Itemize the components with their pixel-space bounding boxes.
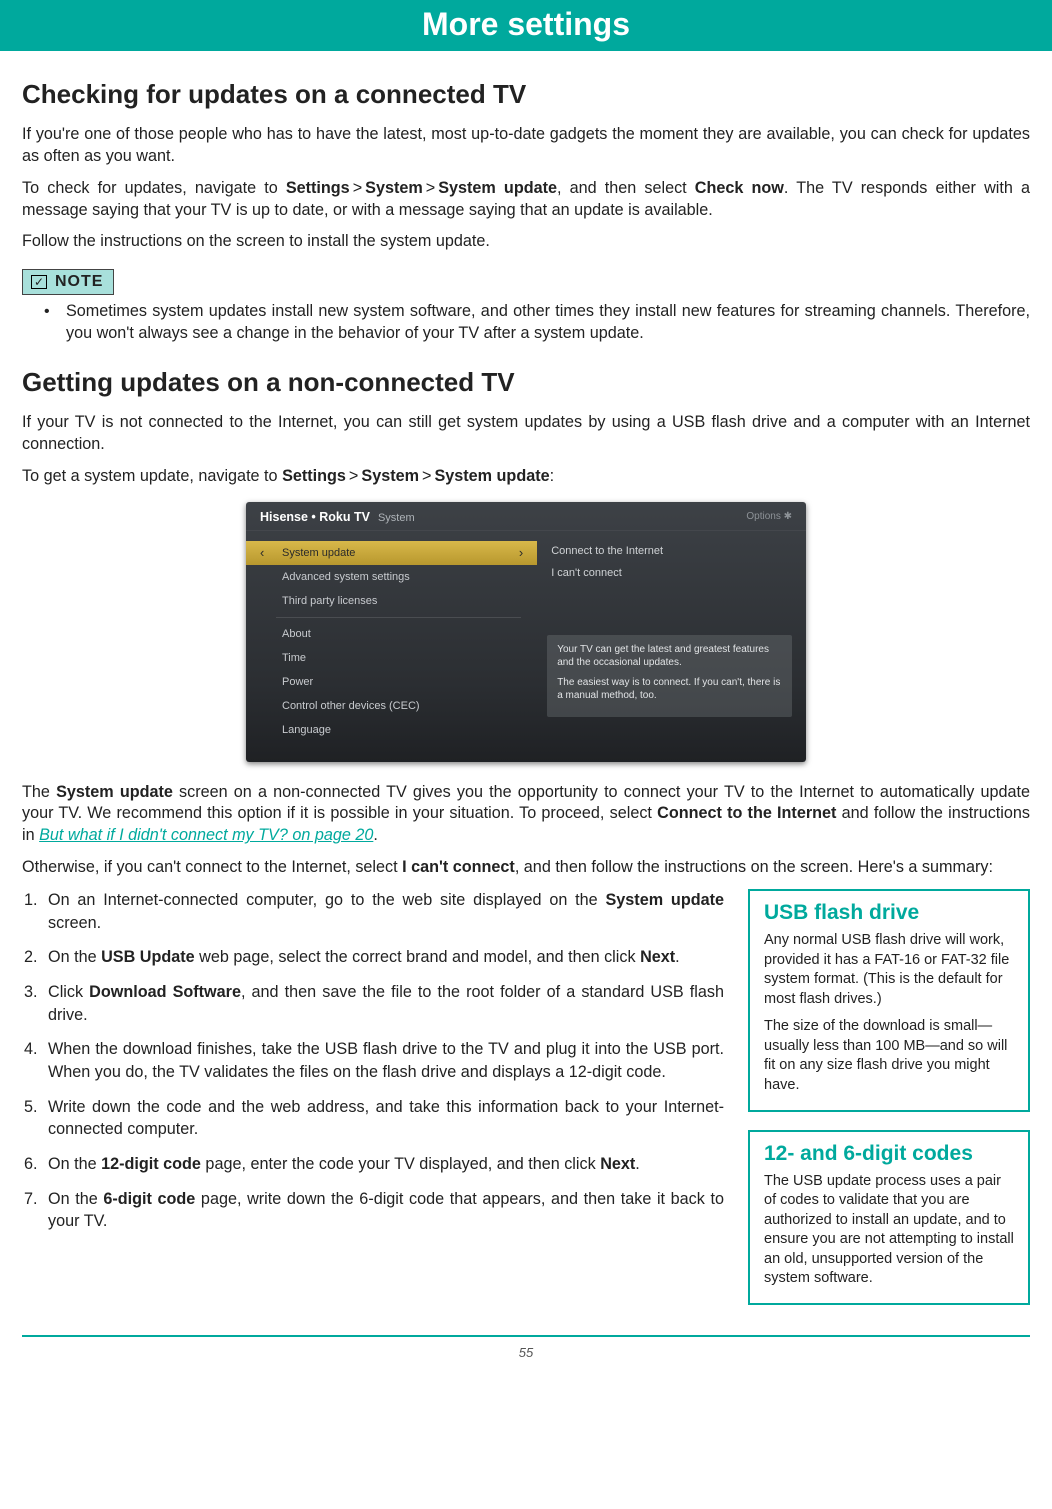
crossref-link[interactable]: But what if I didn't connect my TV? on p… [39,826,373,844]
step-item: On an Internet-connected computer, go to… [42,889,724,934]
tv-submenu: Connect to the Internet I can't connect … [537,531,806,762]
tv-menu-item-selected: System update [246,541,537,565]
step-item: On the 6-digit code page, write down the… [42,1188,724,1233]
tv-menu-item: Advanced system settings [246,565,537,589]
tv-options-hint: Options ✱ [746,511,792,522]
heading-nonconnected: Getting updates on a non-connected TV [22,367,1030,398]
sidebar-usb-flash-drive: USB flash drive Any normal USB flash dri… [748,889,1030,1112]
tv-menu-item: Power [246,670,537,694]
note-list: Sometimes system updates install new sys… [22,301,1030,345]
step-item: On the USB Update web page, select the c… [42,946,724,969]
steps-list: On an Internet-connected computer, go to… [22,889,724,1233]
body-text: If you're one of those people who has to… [22,124,1030,168]
body-text: To get a system update, navigate to Sett… [22,466,1030,488]
tv-submenu-item: Connect to the Internet [547,541,792,563]
sidebar-text: Any normal USB flash drive will work, pr… [764,931,1014,1009]
footer-rule [22,1335,1030,1337]
body-text: Otherwise, if you can't connect to the I… [22,857,1030,879]
step-item: On the 12-digit code page, enter the cod… [42,1153,724,1176]
heading-checking-updates: Checking for updates on a connected TV [22,79,1030,110]
tv-menu-item: Third party licenses [246,589,537,613]
page-banner: More settings [0,0,1052,51]
tv-menu-item: About [246,622,537,646]
body-text: The System update screen on a non-connec… [22,782,1030,848]
sidebar-text: The USB update process uses a pair of co… [764,1172,1014,1289]
note-label: NOTE [55,273,103,291]
tv-menu: System update Advanced system settings T… [246,531,537,762]
tv-menu-item: Language [246,718,537,742]
sidebar-title: USB flash drive [764,901,1014,925]
tv-brand: Hisense • Roku TVSystem [260,510,415,524]
sidebar-codes: 12- and 6-digit codes The USB update pro… [748,1130,1030,1305]
body-text: Follow the instructions on the screen to… [22,231,1030,253]
tv-description: Your TV can get the latest and greatest … [547,635,792,717]
step-item: Write down the code and the web address,… [42,1096,724,1141]
check-icon: ✓ [31,275,47,289]
body-text: To check for updates, navigate to Settin… [22,178,1030,222]
sidebar-text: The size of the download is small—usuall… [764,1017,1014,1095]
body-text: If your TV is not connected to the Inter… [22,412,1030,456]
tv-menu-item: Time [246,646,537,670]
tv-screenshot: Hisense • Roku TVSystem Options ✱ System… [246,502,806,762]
note-bullet: Sometimes system updates install new sys… [66,301,1030,345]
step-item: Click Download Software, and then save t… [42,981,724,1026]
note-badge: ✓ NOTE [22,269,114,295]
tv-submenu-item: I can't connect [547,563,792,585]
sidebar-title: 12- and 6-digit codes [764,1142,1014,1166]
step-item: When the download finishes, take the USB… [42,1038,724,1083]
page-number: 55 [0,1345,1052,1360]
tv-menu-item: Control other devices (CEC) [246,694,537,718]
